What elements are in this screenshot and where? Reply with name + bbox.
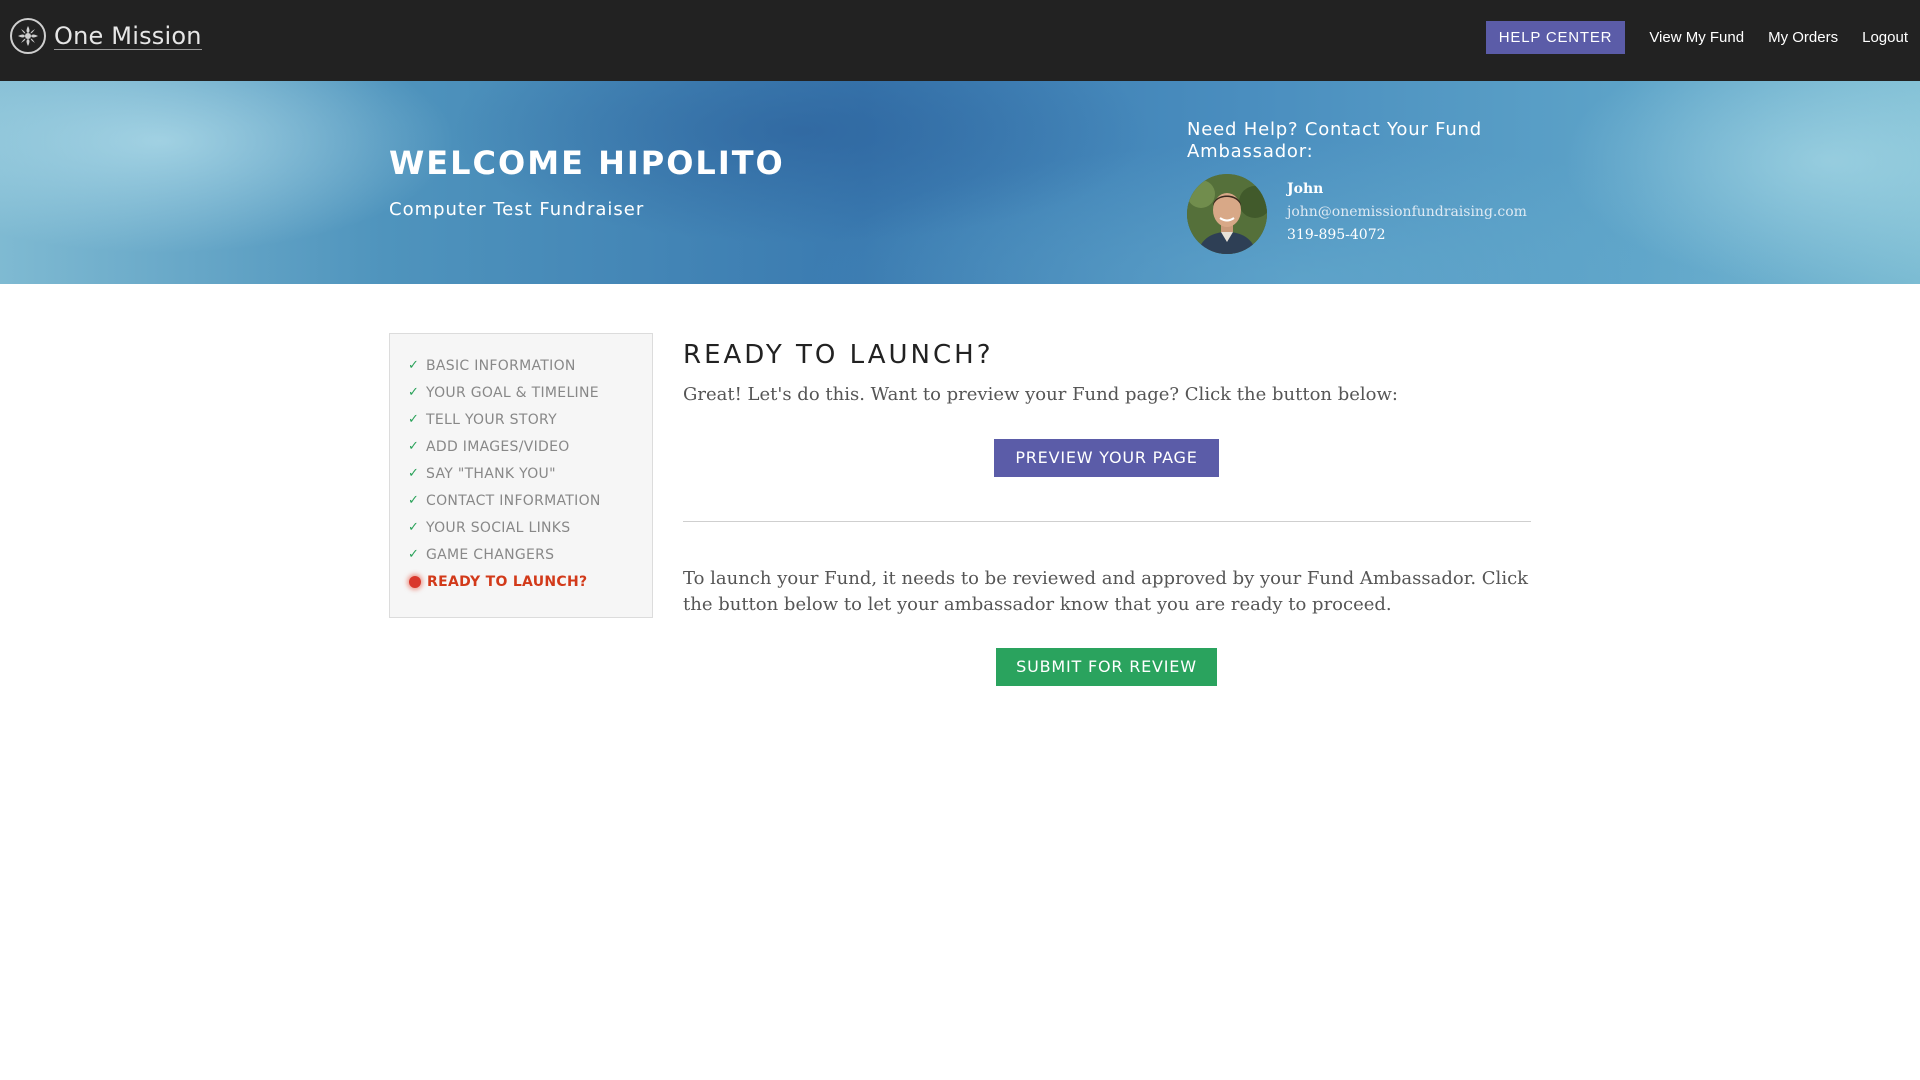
preview-instructions: Great! Let's do this. Want to preview yo… [683,384,1398,405]
sidebar-step[interactable]: ✓ TELL YOUR STORY [390,406,652,433]
sidebar-step[interactable]: ✓ BASIC INFORMATION [390,352,652,379]
launch-instructions: To launch your Fund, it needs to be revi… [683,568,1529,615]
submit-for-review-button[interactable]: SUBMIT FOR REVIEW [996,648,1217,686]
sidebar-step[interactable]: READY TO LAUNCH? [390,568,652,595]
ambassador-email-link[interactable]: john@onemissionfundraising.com [1287,204,1527,220]
sidebar-step[interactable]: ✓ CONTACT INFORMATION [390,487,652,514]
checkmark-icon: ✓ [408,439,420,454]
current-step-dot-icon [409,575,421,588]
checkmark-icon: ✓ [408,520,420,535]
sidebar-step[interactable]: ✓ ADD IMAGES/VIDEO [390,433,652,460]
checkmark-icon: ✓ [408,412,420,427]
logo-icon [10,18,46,54]
sidebar-step-label: READY TO LAUNCH? [427,573,588,590]
welcome-title: WELCOME HIPOLITO [389,144,785,182]
checkmark-icon: ✓ [408,493,420,508]
hero-banner: WELCOME HIPOLITO Computer Test Fundraise… [0,81,1920,284]
ambassador-name: John [1287,181,1324,197]
help-center-button[interactable]: HELP CENTER [1485,21,1626,54]
preview-your-page-button[interactable]: PREVIEW YOUR PAGE [994,439,1219,477]
top-nav-bar: One Mission HELP CENTER View My Fund My … [0,0,1920,81]
checkmark-icon: ✓ [408,385,420,400]
sidebar-step-label: SAY "THANK YOU" [426,465,556,482]
sidebar-step[interactable]: ✓ GAME CHANGERS [390,541,652,568]
ambassador-avatar [1187,174,1267,254]
main-nav: HELP CENTER View My Fund My Orders Logou… [1485,21,1908,54]
section-divider [683,521,1531,522]
view-my-fund-link[interactable]: View My Fund [1649,29,1744,46]
sidebar-step-label: TELL YOUR STORY [426,411,558,428]
sidebar-step-label: YOUR SOCIAL LINKS [426,519,571,536]
logout-link[interactable]: Logout [1862,29,1908,46]
checkmark-icon: ✓ [408,547,420,562]
ambassador-phone: 319-895-4072 [1287,227,1386,243]
sidebar-step[interactable]: ✓ YOUR SOCIAL LINKS [390,514,652,541]
my-orders-link[interactable]: My Orders [1768,29,1838,46]
one-mission-logo[interactable]: One Mission [10,17,202,55]
sidebar-step-label: GAME CHANGERS [426,546,555,563]
ambassador-heading: Need Help? Contact Your Fund Ambassador: [1187,119,1482,162]
setup-steps-sidebar: ✓ BASIC INFORMATION ✓ YOUR GOAL & TIMELINE ✓… [389,333,653,618]
fundraiser-name: Computer Test Fundraiser [389,199,645,220]
page-title: READY TO LAUNCH? [683,340,994,370]
sidebar-step-label: YOUR GOAL & TIMELINE [426,384,599,401]
checkmark-icon: ✓ [408,466,420,481]
sidebar-step-label: CONTACT INFORMATION [426,492,601,509]
checkmark-icon: ✓ [408,358,420,373]
sidebar-step-label: ADD IMAGES/VIDEO [426,438,570,455]
sidebar-step[interactable]: ✓ YOUR GOAL & TIMELINE [390,379,652,406]
sidebar-step-label: BASIC INFORMATION [426,357,576,374]
sidebar-step[interactable]: ✓ SAY "THANK YOU" [390,460,652,487]
logo-text: One Mission [54,21,202,50]
